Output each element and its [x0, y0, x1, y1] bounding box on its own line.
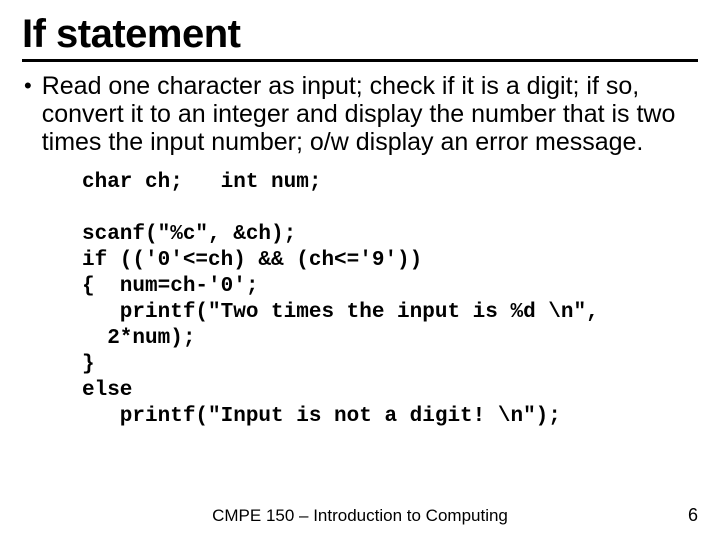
bullet-text: Read one character as input; check if it… — [42, 72, 698, 156]
slide-title: If statement — [22, 12, 698, 62]
code-block: char ch; int num; scanf("%c", &ch); if (… — [82, 170, 698, 430]
footer-text: CMPE 150 – Introduction to Computing — [0, 506, 720, 526]
bullet-item: • Read one character as input; check if … — [22, 72, 698, 156]
bullet-marker: • — [24, 72, 32, 100]
page-number: 6 — [688, 505, 698, 526]
